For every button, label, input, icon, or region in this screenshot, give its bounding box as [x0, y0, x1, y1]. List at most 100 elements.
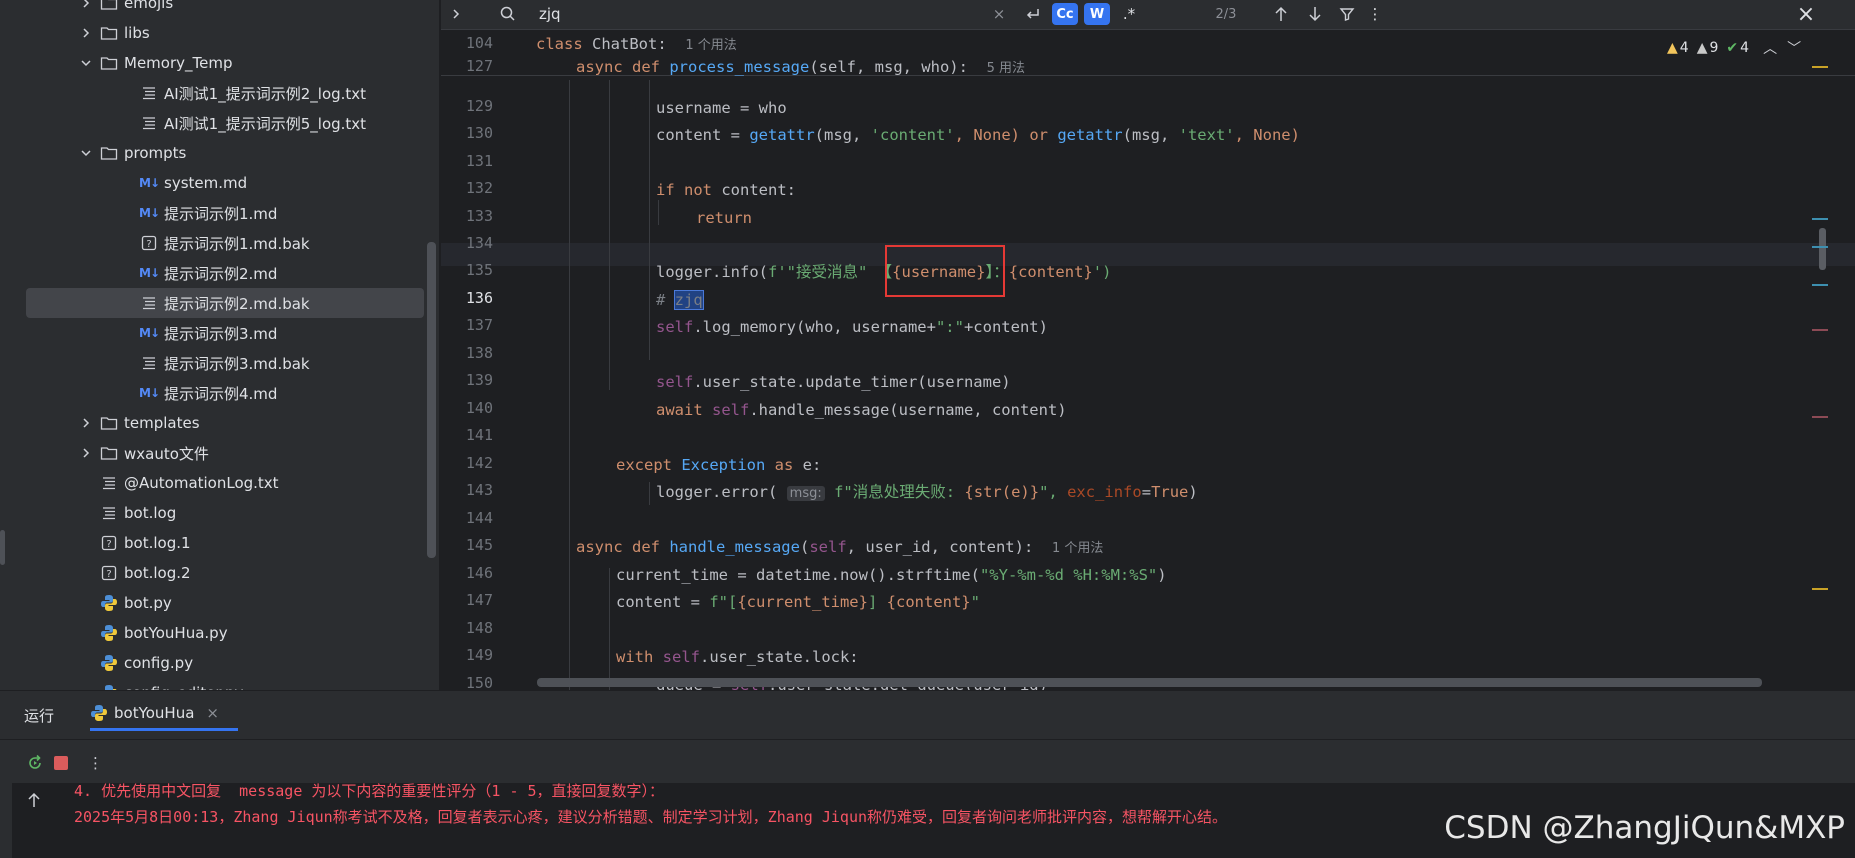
code-line[interactable]: except Exception as e:: [616, 454, 821, 477]
sticky-line-method[interactable]: async def process_message(self, msg, who…: [576, 56, 1025, 79]
tree-file[interactable]: botYouHua.py: [100, 618, 228, 648]
run-config-tab[interactable]: botYouHua ×: [90, 697, 238, 731]
text-file-icon: [100, 504, 118, 522]
chevron-right-icon[interactable]: [78, 25, 94, 41]
chevron-down-icon[interactable]: ﹀: [1787, 38, 1801, 58]
tool-window-handle[interactable]: [0, 530, 5, 565]
tree-file[interactable]: config.py: [100, 648, 193, 678]
tree-folder[interactable]: emojis: [78, 0, 173, 18]
code-line-current[interactable]: # zjq: [656, 289, 704, 312]
warning-icon: ▲: [1667, 40, 1678, 56]
vertical-scrollbar[interactable]: [1819, 228, 1826, 270]
code-line[interactable]: current_time = datetime.now().strftime("…: [616, 564, 1167, 587]
tree-folder[interactable]: wxauto文件: [78, 438, 209, 468]
next-occurrence-icon[interactable]: [1301, 0, 1329, 28]
chevron-down-icon[interactable]: [78, 55, 94, 71]
regex-toggle[interactable]: .*: [1116, 0, 1142, 28]
code-editor[interactable]: zjq × Cc W .* 2/3 ⋮ × 104 class ChatBot:…: [441, 0, 1855, 690]
tree-file[interactable]: bot.log: [100, 498, 176, 528]
chevron-right-icon[interactable]: [78, 0, 94, 11]
more-actions-icon[interactable]: ⋮: [88, 754, 103, 772]
warning-stripe[interactable]: [1812, 66, 1828, 68]
code-line[interactable]: self.log_memory(who, username+":"+conten…: [656, 316, 1048, 339]
tree-folder[interactable]: Memory_Temp: [78, 48, 232, 78]
tree-file[interactable]: bot.py: [100, 588, 172, 618]
code-line[interactable]: logger.info(f'"接受消息" 【{username}】：{conte…: [656, 261, 1111, 284]
tree-scrollbar[interactable]: [427, 242, 436, 558]
tree-file[interactable]: ? bot.log.2: [100, 558, 191, 588]
tree-file[interactable]: config_editor.py: [100, 678, 243, 690]
parameter-hint: msg:: [786, 486, 825, 501]
tree-file[interactable]: M↓ 提示词示例3.md: [139, 318, 277, 348]
code-line[interactable]: with self.user_state.lock:: [616, 646, 859, 669]
stop-icon[interactable]: [54, 756, 68, 770]
code-line[interactable]: logger.error( msg: f"消息处理失败: {str(e)}", …: [656, 481, 1198, 504]
tree-file[interactable]: ? bot.log.1: [100, 528, 191, 558]
rerun-icon[interactable]: [26, 754, 44, 772]
svg-text:?: ?: [106, 569, 111, 580]
tree-file[interactable]: AI测试1_提示词示例5_log.txt: [140, 108, 366, 138]
error-stripe[interactable]: [1812, 329, 1828, 331]
text-file-icon: [140, 114, 158, 132]
tree-file[interactable]: ? 提示词示例1.md.bak: [140, 228, 310, 258]
svg-text:?: ?: [106, 539, 111, 550]
indent-guide: [569, 80, 570, 690]
current-line-highlight: [441, 243, 1855, 266]
chevron-down-icon[interactable]: [78, 145, 94, 161]
inspection-widget[interactable]: ▲ 4 ▲ 9 ✔ 4 ︿ ﹀: [1667, 38, 1801, 58]
tree-file[interactable]: 提示词示例2.md.bak: [26, 288, 424, 318]
code-line[interactable]: return: [696, 207, 752, 230]
tree-file[interactable]: M↓ system.md: [139, 168, 247, 198]
close-find-icon[interactable]: ×: [1791, 0, 1821, 28]
filter-icon[interactable]: [1333, 0, 1361, 28]
line-number: 148: [465, 619, 493, 637]
more-options-icon[interactable]: ⋮: [1363, 0, 1387, 28]
tree-file[interactable]: M↓ 提示词示例4.md: [139, 378, 277, 408]
code-line[interactable]: content = getattr(msg, 'content', None) …: [656, 124, 1300, 147]
code-line[interactable]: if not content:: [656, 179, 796, 202]
text-file-icon: [100, 474, 118, 492]
tree-folder[interactable]: libs: [78, 18, 150, 48]
sticky-line-class[interactable]: class ChatBot: 1 个用法: [536, 33, 737, 56]
chevron-right-icon[interactable]: [78, 415, 94, 431]
console-line: 4. 优先使用中文回复 message 为以下内容的重要性评分（1 - 5，直接…: [74, 782, 665, 800]
tree-file[interactable]: 提示词示例3.md.bak: [140, 348, 310, 378]
whole-words-toggle[interactable]: W: [1084, 3, 1110, 25]
match-stripe[interactable]: [1812, 246, 1828, 248]
tree-file[interactable]: @AutomationLog.txt: [100, 468, 279, 498]
tree-item-label: AI测试1_提示词示例5_log.txt: [164, 114, 367, 133]
code-line[interactable]: self.user_state.update_timer(username): [656, 371, 1011, 394]
check-icon: ✔: [1726, 40, 1739, 56]
previous-occurrence-icon[interactable]: [1267, 0, 1295, 28]
tree-file[interactable]: M↓ 提示词示例2.md: [139, 258, 277, 288]
code-line[interactable]: username = who: [656, 97, 787, 120]
history-icon[interactable]: [1019, 0, 1047, 28]
line-number: 130: [465, 124, 493, 142]
tree-folder[interactable]: prompts: [78, 138, 186, 168]
match-stripe[interactable]: [1812, 284, 1828, 286]
tree-file[interactable]: M↓ 提示词示例1.md: [139, 198, 277, 228]
line-number: 134: [465, 234, 493, 252]
tree-item-label: prompts: [124, 144, 187, 162]
search-input[interactable]: zjq: [539, 0, 599, 28]
warning-stripe[interactable]: [1812, 588, 1828, 590]
search-icon[interactable]: [493, 0, 523, 28]
code-line[interactable]: async def handle_message(self, user_id, …: [576, 536, 1103, 559]
match-stripe[interactable]: [1812, 218, 1828, 220]
error-stripe[interactable]: [1812, 416, 1828, 418]
code-line[interactable]: content = f"[{current_time}] {content}": [616, 591, 980, 614]
chevron-right-icon[interactable]: [78, 445, 94, 461]
match-case-toggle[interactable]: Cc: [1052, 3, 1078, 25]
code-line[interactable]: await self.handle_message(username, cont…: [656, 399, 1067, 422]
clear-search-icon[interactable]: ×: [987, 0, 1011, 28]
scroll-up-icon[interactable]: [26, 791, 42, 813]
close-tab-icon[interactable]: ×: [206, 704, 219, 722]
chevron-up-icon[interactable]: ︿: [1763, 38, 1777, 58]
tree-folder[interactable]: templates: [78, 408, 200, 438]
ok-count: 4: [1740, 40, 1750, 56]
horizontal-scrollbar[interactable]: [537, 678, 1762, 687]
line-number: 149: [465, 646, 493, 664]
tree-file[interactable]: AI测试1_提示词示例2_log.txt: [140, 78, 366, 108]
folder-icon: [100, 444, 118, 462]
expand-replace-icon[interactable]: [441, 0, 471, 28]
